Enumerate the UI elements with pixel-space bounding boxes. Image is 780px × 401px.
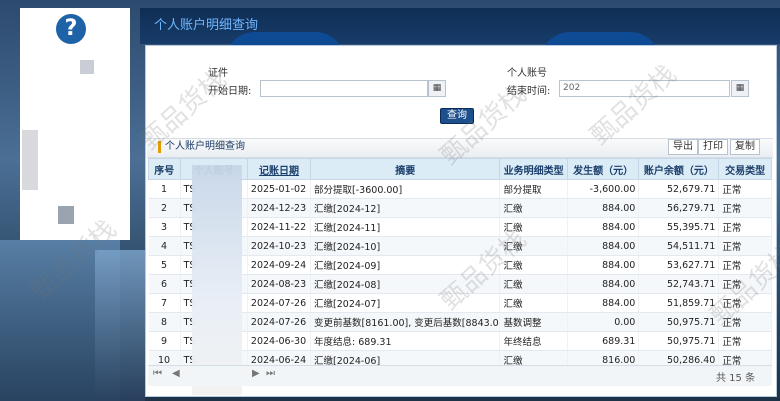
table-cell: 2024-12-23	[247, 198, 312, 218]
start-date-label: 开始日期:	[208, 86, 252, 97]
table-cell: 0.00	[567, 312, 640, 332]
table-cell: 汇缴	[499, 236, 568, 256]
table-cell: 正常	[718, 179, 772, 199]
redacted-block	[22, 130, 38, 190]
account-label: 个人账号	[507, 68, 547, 79]
table-cell: 884.00	[567, 217, 640, 237]
table-cell: 变更前基数[8161.00], 变更后基数[8843.00]	[310, 312, 501, 332]
table-cell: 2024-09-24	[247, 255, 312, 275]
table-cell: 正常	[718, 198, 772, 218]
table-cell: 部分提取	[499, 179, 568, 199]
copy-button[interactable]: 复制	[730, 139, 760, 155]
table-cell: 正常	[718, 274, 772, 294]
table-cell: 5	[148, 255, 181, 275]
column-header[interactable]: 账户余额（元）	[638, 158, 720, 180]
print-button[interactable]: 打印	[698, 139, 728, 155]
end-date-input[interactable]: 202	[559, 80, 730, 97]
table-cell: 7	[148, 293, 181, 313]
next-page-button[interactable]: ▶	[252, 368, 260, 379]
table-cell: 汇缴	[499, 255, 568, 275]
column-header-sorted[interactable]: 记账日期	[246, 158, 312, 180]
table-cell: 汇缴	[499, 274, 568, 294]
table-cell: 2024-07-26	[247, 312, 312, 332]
table-cell: 基数调整	[499, 312, 568, 332]
table-cell: 3	[148, 217, 181, 237]
calendar-icon[interactable]: ▦	[731, 80, 749, 97]
table-cell: 汇缴	[499, 293, 568, 313]
export-button[interactable]: 导出	[668, 139, 698, 155]
end-date-label: 结束时间:	[507, 86, 551, 97]
pagination-bar	[148, 365, 772, 386]
table-cell: 51,859.71	[638, 293, 720, 313]
table-cell: 9	[148, 331, 181, 351]
redacted-block	[80, 60, 94, 74]
table-cell: 55,395.71	[638, 217, 720, 237]
redacted-block	[58, 206, 74, 224]
table-cell: 年终结息	[499, 331, 568, 351]
table-cell: 正常	[718, 331, 772, 351]
first-page-button[interactable]: ⏮	[153, 368, 162, 379]
id-label: 证件	[208, 68, 228, 79]
table-cell: 正常	[718, 217, 772, 237]
table-cell: 2025-01-02	[247, 179, 312, 199]
table-cell: 2024-06-30	[247, 331, 312, 351]
table-cell: 54,511.71	[638, 236, 720, 256]
table-cell: 884.00	[567, 293, 640, 313]
table-cell: 2024-07-26	[247, 293, 312, 313]
table-cell: 50,975.71	[638, 331, 720, 351]
table-cell: 正常	[718, 255, 772, 275]
table-cell: 汇缴[2024-08]	[310, 274, 501, 294]
help-icon[interactable]: ?	[56, 14, 86, 44]
column-header[interactable]: 序号	[148, 158, 181, 180]
column-header[interactable]: 摘要	[310, 158, 501, 180]
table-cell: 部分提取[-3600.00]	[310, 179, 501, 199]
last-page-button[interactable]: ⏭	[266, 368, 275, 379]
table-cell: 汇缴[2024-09]	[310, 255, 501, 275]
table-cell: 正常	[718, 236, 772, 256]
table-cell: 2024-08-23	[247, 274, 312, 294]
table-cell: 884.00	[567, 236, 640, 256]
table-cell: 汇缴	[499, 217, 568, 237]
query-button[interactable]: 查询	[440, 108, 474, 124]
table-cell: 1	[148, 179, 181, 199]
table-cell: 4	[148, 236, 181, 256]
table-cell: 年度结息: 689.31	[310, 331, 501, 351]
table-cell: 2024-10-23	[247, 236, 312, 256]
table-cell: 汇缴[2024-11]	[310, 217, 501, 237]
table-cell: -3,600.00	[567, 179, 640, 199]
table-cell: 53,627.71	[638, 255, 720, 275]
column-header[interactable]: 交易类型	[718, 158, 772, 180]
table-cell: 52,743.71	[638, 274, 720, 294]
table-cell: 8	[148, 312, 181, 332]
table-cell: 689.31	[567, 331, 640, 351]
table-cell: 2	[148, 198, 181, 218]
table-cell: 52,679.71	[638, 179, 720, 199]
table-cell: 6	[148, 274, 181, 294]
total-count: 共 15 条	[716, 373, 756, 384]
prev-page-button[interactable]: ◀	[172, 368, 180, 379]
table-cell: 正常	[718, 293, 772, 313]
table-cell: 汇缴[2024-12]	[310, 198, 501, 218]
start-date-input[interactable]	[260, 80, 428, 97]
table-cell: 2024-11-22	[247, 217, 312, 237]
table-cell: 50,975.71	[638, 312, 720, 332]
table-cell: 56,279.71	[638, 198, 720, 218]
column-header[interactable]: 业务明细类型	[499, 158, 568, 180]
table-cell: 汇缴[2024-10]	[310, 236, 501, 256]
column-header[interactable]: 发生额（元）	[566, 158, 640, 180]
calendar-icon[interactable]: ▦	[428, 80, 446, 97]
table-cell: 汇缴[2024-07]	[310, 293, 501, 313]
table-cell: 正常	[718, 312, 772, 332]
section-title: 个人账户明细查询	[158, 141, 245, 153]
table-cell: 884.00	[567, 274, 640, 294]
page-title: 个人账户明细查询	[154, 18, 259, 33]
table-cell: 汇缴	[499, 198, 568, 218]
table-cell: 884.00	[567, 198, 640, 218]
redacted-account-column	[192, 165, 242, 395]
table-cell: 884.00	[567, 255, 640, 275]
